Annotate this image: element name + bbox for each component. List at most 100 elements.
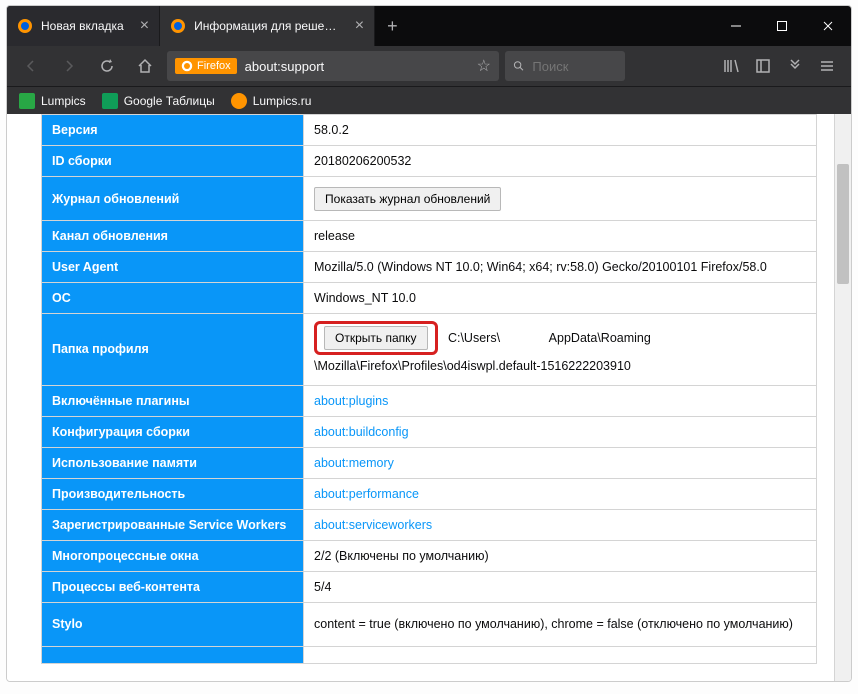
table-row: Включённые плагины about:plugins bbox=[42, 385, 817, 416]
row-value: release bbox=[304, 221, 817, 252]
url-bar[interactable]: Firefox about:support ☆ bbox=[167, 51, 499, 81]
row-value: 58.0.2 bbox=[304, 115, 817, 146]
row-label bbox=[42, 646, 304, 663]
table-row: Зарегистрированные Service Workers about:… bbox=[42, 509, 817, 540]
table-row: Канал обновленияrelease bbox=[42, 221, 817, 252]
scrollbar[interactable] bbox=[834, 114, 851, 681]
firefox-icon bbox=[170, 18, 186, 34]
open-folder-highlight: Открыть папку bbox=[314, 321, 438, 355]
scrollbar-thumb[interactable] bbox=[837, 164, 849, 284]
bookmarks-bar: Lumpics Google Таблицы Lumpics.ru bbox=[7, 86, 851, 114]
identity-label: Firefox bbox=[197, 60, 231, 72]
table-row: Производительностьabout:performance bbox=[42, 478, 817, 509]
row-label: Stylo bbox=[42, 602, 304, 646]
url-text: about:support bbox=[245, 59, 469, 74]
row-label: ОС bbox=[42, 283, 304, 314]
overflow-icon[interactable] bbox=[779, 50, 811, 82]
about-performance-link[interactable]: about:performance bbox=[314, 487, 419, 501]
home-button[interactable] bbox=[129, 50, 161, 82]
bookmark-lumpicsru[interactable]: Lumpics.ru bbox=[231, 93, 312, 109]
show-updates-button[interactable]: Показать журнал обновлений bbox=[314, 187, 501, 211]
row-label: Версия bbox=[42, 115, 304, 146]
row-value: Windows_NT 10.0 bbox=[304, 283, 817, 314]
bookmark-sheets[interactable]: Google Таблицы bbox=[102, 93, 215, 109]
search-input[interactable] bbox=[532, 59, 617, 74]
about-serviceworkers-link[interactable]: about:serviceworkers bbox=[314, 518, 432, 532]
bookmark-star-icon[interactable]: ☆ bbox=[477, 56, 491, 76]
minimize-button[interactable] bbox=[713, 6, 759, 46]
row-value: Показать журнал обновлений bbox=[304, 177, 817, 221]
row-label: User Agent bbox=[42, 252, 304, 283]
tab-strip: Новая вкладка × Информация для решения п… bbox=[7, 6, 713, 46]
row-label: Конфигурация сборки bbox=[42, 416, 304, 447]
firefox-icon bbox=[17, 18, 33, 34]
nav-toolbar: Firefox about:support ☆ bbox=[7, 46, 851, 86]
open-folder-button[interactable]: Открыть папку bbox=[324, 326, 428, 350]
table-row: ОСWindows_NT 10.0 bbox=[42, 283, 817, 314]
row-value: about:serviceworkers bbox=[304, 509, 817, 540]
tab-title: Информация для решения пр bbox=[194, 19, 339, 33]
library-icon[interactable] bbox=[715, 50, 747, 82]
profile-path-1: C:\Users\ bbox=[448, 331, 500, 345]
row-label: Включённые плагины bbox=[42, 385, 304, 416]
row-label: ID сборки bbox=[42, 146, 304, 177]
row-label: Процессы веб-контента bbox=[42, 571, 304, 602]
tab-new[interactable]: Новая вкладка × bbox=[7, 6, 160, 46]
profile-path-3: \Mozilla\Firefox\Profiles\od4iswpl.defau… bbox=[314, 359, 631, 373]
about-buildconfig-link[interactable]: about:buildconfig bbox=[314, 425, 409, 439]
bookmark-lumpics[interactable]: Lumpics bbox=[19, 93, 86, 109]
triangle-icon bbox=[19, 93, 35, 109]
row-value: 5/4 bbox=[304, 571, 817, 602]
row-label: Зарегистрированные Service Workers bbox=[42, 509, 304, 540]
search-bar[interactable] bbox=[505, 51, 625, 81]
maximize-button[interactable] bbox=[759, 6, 805, 46]
table-row: Версия58.0.2 bbox=[42, 115, 817, 146]
row-value: about:plugins bbox=[304, 385, 817, 416]
about-memory-link[interactable]: about:memory bbox=[314, 456, 394, 470]
table-row: Журнал обновленийПоказать журнал обновле… bbox=[42, 177, 817, 221]
sidebar-icon[interactable] bbox=[747, 50, 779, 82]
row-value: about:buildconfig bbox=[304, 416, 817, 447]
bookmark-label: Google Таблицы bbox=[124, 94, 215, 108]
table-row bbox=[42, 646, 817, 663]
row-value: about:memory bbox=[304, 447, 817, 478]
reload-button[interactable] bbox=[91, 50, 123, 82]
back-button[interactable] bbox=[15, 50, 47, 82]
table-row: Stylocontent = true (включено по умолчан… bbox=[42, 602, 817, 646]
row-value: about:performance bbox=[304, 478, 817, 509]
row-value: content = true (включено по умолчанию), … bbox=[304, 602, 817, 646]
search-icon bbox=[513, 59, 524, 73]
browser-window: Новая вкладка × Информация для решения п… bbox=[6, 5, 852, 682]
row-label: Многопроцессные окна bbox=[42, 540, 304, 571]
titlebar: Новая вкладка × Информация для решения п… bbox=[7, 6, 851, 46]
table-row: Папка профиля Открыть папку C:\Users\ Ap… bbox=[42, 314, 817, 386]
table-row: Конфигурация сборки about:buildconfig bbox=[42, 416, 817, 447]
window-controls bbox=[713, 6, 851, 46]
tab-support[interactable]: Информация для решения пр × bbox=[160, 6, 375, 46]
firefox-icon bbox=[181, 60, 193, 72]
row-label: Папка профиля bbox=[42, 314, 304, 386]
row-value: Mozilla/5.0 (Windows NT 10.0; Win64; x64… bbox=[304, 252, 817, 283]
row-value: Открыть папку C:\Users\ AppData\Roaming … bbox=[304, 314, 817, 386]
table-row: Процессы веб-контента5/4 bbox=[42, 571, 817, 602]
row-value: 2/2 (Включены по умолчанию) bbox=[304, 540, 817, 571]
tab-title: Новая вкладка bbox=[41, 19, 124, 33]
table-row: ID сборки20180206200532 bbox=[42, 146, 817, 177]
menu-icon[interactable] bbox=[811, 50, 843, 82]
support-table: Версия58.0.2 ID сборки20180206200532 Жур… bbox=[41, 114, 817, 664]
row-value: 20180206200532 bbox=[304, 146, 817, 177]
bookmark-label: Lumpics.ru bbox=[253, 94, 312, 108]
new-tab-button[interactable]: + bbox=[375, 6, 410, 46]
close-icon[interactable]: × bbox=[140, 17, 149, 35]
forward-button[interactable] bbox=[53, 50, 85, 82]
table-row: Использование памятиabout:memory bbox=[42, 447, 817, 478]
table-row: User AgentMozilla/5.0 (Windows NT 10.0; … bbox=[42, 252, 817, 283]
about-plugins-link[interactable]: about:plugins bbox=[314, 394, 388, 408]
row-value bbox=[304, 646, 817, 663]
close-button[interactable] bbox=[805, 6, 851, 46]
sheets-icon bbox=[102, 93, 118, 109]
circle-icon bbox=[231, 93, 247, 109]
close-icon[interactable]: × bbox=[355, 17, 364, 35]
identity-badge: Firefox bbox=[175, 58, 237, 74]
table-row: Многопроцессные окна2/2 (Включены по умо… bbox=[42, 540, 817, 571]
